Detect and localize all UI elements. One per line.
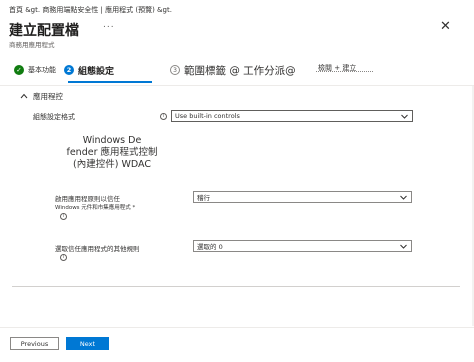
info-icon[interactable]: i xyxy=(60,254,67,261)
info-icon[interactable]: i xyxy=(60,213,67,220)
section-toggle[interactable]: 應用程控 xyxy=(20,91,63,102)
step-label: 組態設定 xyxy=(78,66,115,77)
step-review-create[interactable]: 檢閱 + 建立 xyxy=(318,60,356,76)
close-icon[interactable]: ✕ xyxy=(440,20,451,33)
step-number-icon: 2 xyxy=(64,65,74,75)
current-step-indicator xyxy=(68,81,152,83)
wdac-line: fender 應用程式控制 xyxy=(66,147,158,158)
page-subtitle: 商務用應用程式 xyxy=(9,41,55,49)
step-label: 基本功能 xyxy=(28,66,56,74)
step-number-icon: 3 xyxy=(170,65,180,75)
config-format-label: 組態設定格式 xyxy=(33,113,75,121)
trust-rules-label-sub: Windows 元件和市集應用程式 * xyxy=(55,205,136,211)
trust-rules-label: 啟用應用程原則以信任 xyxy=(55,195,120,203)
more-options-button[interactable]: ... xyxy=(103,20,115,30)
breadcrumb[interactable]: 首頁 &gt. 商務用端點安全性 | 應用程式 (預覽) &gt. xyxy=(9,5,172,15)
chevron-up-icon xyxy=(20,92,28,101)
dropdown-value: 稽行 xyxy=(197,194,210,202)
other-rules-label: 選取信任應用程式的其他規則 xyxy=(55,245,140,253)
chevron-down-icon xyxy=(400,244,407,249)
divider xyxy=(0,85,474,86)
previous-button[interactable]: Previous xyxy=(10,337,59,350)
page-title: 建立配置檔 xyxy=(9,23,79,39)
section-title: 應用程控 xyxy=(33,92,63,101)
step-label: 範圍標籤 @ 工作分派@ xyxy=(184,64,296,77)
divider xyxy=(12,286,460,287)
trust-rules-dropdown[interactable]: 稽行 xyxy=(193,191,412,203)
chevron-down-icon xyxy=(401,114,408,119)
next-button[interactable]: Next xyxy=(66,337,109,350)
info-icon[interactable]: i xyxy=(160,113,167,120)
other-rules-dropdown[interactable]: 選取的 0 xyxy=(193,240,412,252)
step-configuration[interactable]: 2 組態設定 xyxy=(64,62,114,78)
checkmark-icon: ✓ xyxy=(14,65,24,75)
wdac-line: Windows De xyxy=(82,135,142,146)
dropdown-value: Use built-in controls xyxy=(175,112,240,120)
config-format-dropdown[interactable]: Use built-in controls xyxy=(171,110,413,122)
step-basics[interactable]: ✓ 基本功能 xyxy=(14,62,56,78)
wdac-line: (內建控件) WDAC xyxy=(73,159,151,170)
dropdown-value: 選取的 0 xyxy=(197,243,223,251)
footer-divider xyxy=(0,327,474,328)
step-scope-assignments[interactable]: 3 範圍標籤 @ 工作分派@ xyxy=(170,62,296,78)
step-placeholder-line xyxy=(316,71,373,72)
chevron-down-icon xyxy=(400,195,407,200)
wizard-steps: ✓ 基本功能 2 組態設定 3 範圍標籤 @ 工作分派@ 檢閱 + 建立 xyxy=(0,58,474,84)
wdac-description: Windows De fender 應用程式控制 (內建控件) WDAC xyxy=(52,135,172,171)
